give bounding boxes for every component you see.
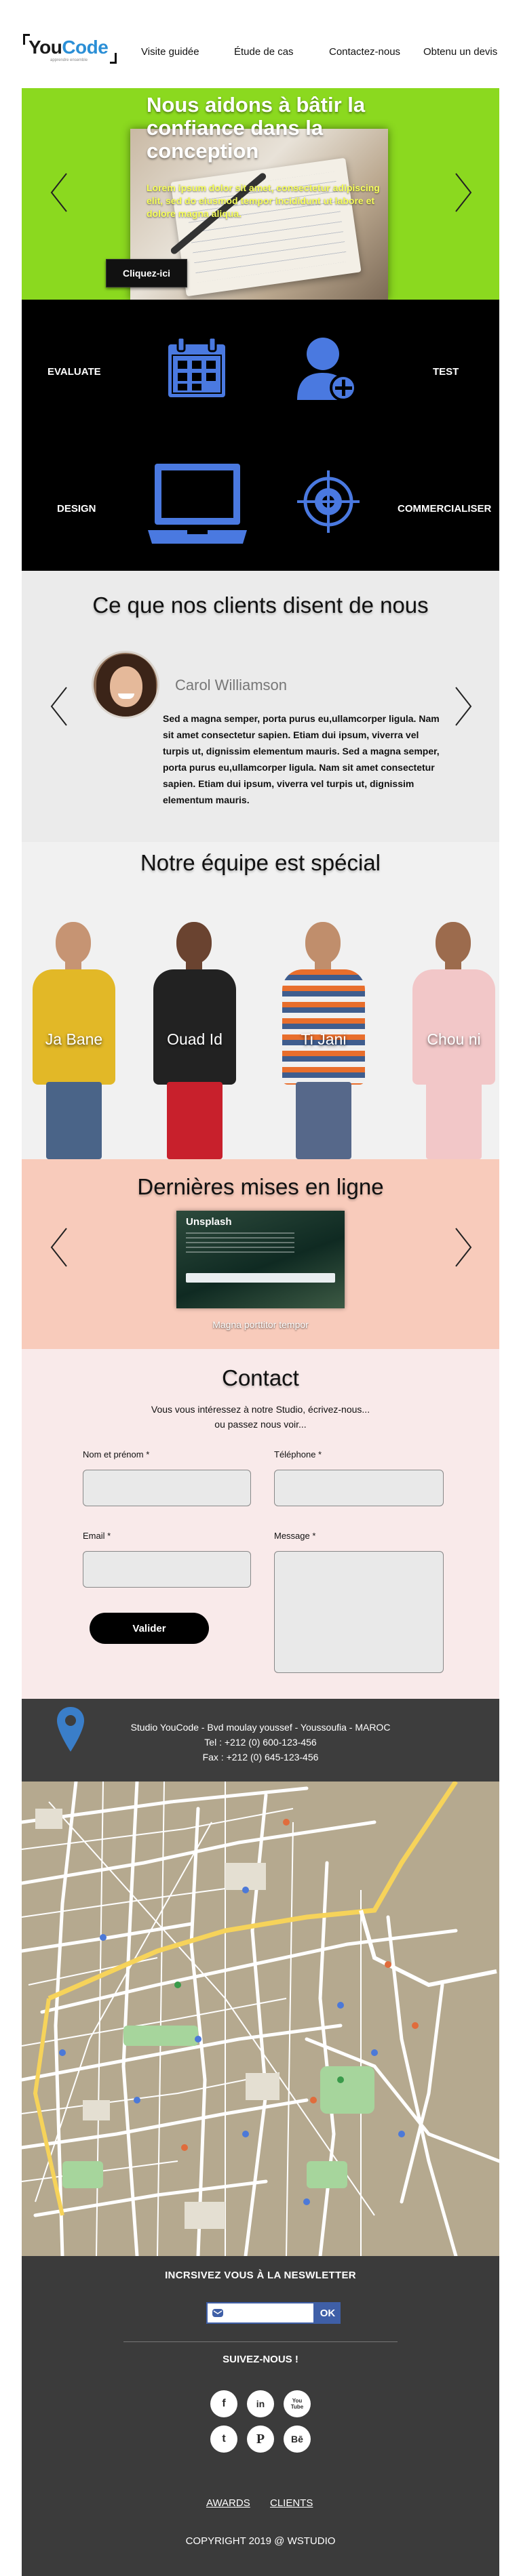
testimonials-title: Ce que nos clients disent de nous: [92, 592, 429, 618]
chevron-left-icon[interactable]: [49, 1227, 69, 1268]
member-photo: [436, 922, 471, 964]
chevron-left-icon[interactable]: [49, 686, 69, 727]
map-embed[interactable]: [22, 1782, 499, 2256]
nav-contactez-nous[interactable]: Contactez-nous: [329, 46, 400, 58]
youtube-icon[interactable]: You Tube: [284, 2390, 311, 2417]
target-crosshair-icon: [296, 469, 361, 538]
member-name: Ti Jani: [301, 1030, 347, 1048]
member-photo: [305, 922, 341, 964]
address-bar: Studio YouCode - Bvd moulay youssef - Yo…: [22, 1699, 499, 1782]
logo-wordmark: YouCode: [28, 37, 109, 58]
chevron-right-icon[interactable]: [453, 172, 474, 213]
add-user-icon: [294, 335, 360, 406]
email-field[interactable]: [83, 1551, 251, 1588]
contact-section: Contact Vous vous intéressez à notre Stu…: [22, 1349, 499, 1699]
member-photo: [56, 922, 91, 964]
member-name: Ja Bane: [45, 1030, 103, 1048]
hero-slider: Nous aidons à bâtir la confiance dans la…: [22, 88, 499, 300]
behance-icon[interactable]: Bē: [284, 2426, 311, 2453]
copyright-text: COPYRIGHT 2019 @ WSTUDIO: [185, 2535, 336, 2547]
chevron-left-icon[interactable]: [49, 172, 69, 213]
phone-field[interactable]: [274, 1470, 444, 1506]
footer-link-clients[interactable]: CLIENTS: [270, 2497, 313, 2509]
footer-link-awards[interactable]: AWARDS: [206, 2497, 250, 2509]
hero-cta-button[interactable]: Cliquez-ici: [106, 259, 187, 287]
service-commercialiser-label: COMMERCIALISER: [398, 503, 492, 515]
newsletter-title: INCRSIVEZ VOUS À LA NESWLETTER: [165, 2270, 356, 2281]
twitter-icon[interactable]: t: [210, 2426, 237, 2453]
follow-us-title: SUIVEZ-NOUS !: [223, 2354, 298, 2365]
latest-posts-section: Dernières mises en ligne Unsplash Magna …: [22, 1159, 499, 1349]
chevron-right-icon[interactable]: [453, 686, 474, 727]
service-design-label: DESIGN: [57, 503, 96, 515]
name-field[interactable]: [83, 1470, 251, 1506]
calendar-icon: [164, 335, 229, 403]
chevron-right-icon[interactable]: [453, 1227, 474, 1268]
newsletter-email-input[interactable]: [206, 2302, 315, 2324]
phone-label: Téléphone *: [274, 1449, 322, 1460]
member-name: Ouad Id: [167, 1030, 223, 1048]
newsletter-submit-button[interactable]: OK: [315, 2302, 341, 2324]
logo-bracket-right: [110, 53, 117, 64]
testimonial-author: Carol Williamson: [175, 677, 288, 693]
member-name: Chou ni: [427, 1030, 481, 1048]
team-member-card[interactable]: Chou ni: [403, 922, 499, 1159]
team-member-card[interactable]: Ouad Id: [144, 922, 246, 1159]
submit-button[interactable]: Valider: [90, 1613, 209, 1644]
logo-tagline: apprendre ensemble: [50, 58, 88, 62]
site-header: YouCode apprendre ensemble Visite guidée…: [0, 0, 521, 88]
address-text: Studio YouCode - Bvd moulay youssef - Yo…: [130, 1722, 391, 1733]
service-test-label: TEST: [433, 366, 459, 378]
linkedin-icon[interactable]: in: [247, 2390, 274, 2417]
avatar: [92, 651, 159, 719]
nav-etude-de-cas[interactable]: Étude de cas: [234, 46, 294, 58]
facebook-icon[interactable]: f: [210, 2390, 237, 2417]
email-icon: [212, 2309, 223, 2317]
youcode-logo[interactable]: YouCode apprendre ensemble: [23, 34, 118, 64]
message-textarea[interactable]: [274, 1551, 444, 1673]
team-title: Notre équipe est spécial: [140, 850, 381, 875]
contact-title: Contact: [222, 1365, 299, 1390]
name-label: Nom et prénom *: [83, 1449, 150, 1460]
team-member-card[interactable]: Ja Bane: [23, 922, 125, 1159]
email-label: Email *: [83, 1531, 111, 1541]
contact-intro: Vous vous intéressez à notre Studio, écr…: [151, 1404, 370, 1430]
testimonial-text: Sed a magna semper, porta purus eu,ullam…: [163, 713, 440, 805]
street-map: [22, 1782, 499, 2256]
latest-title: Dernières mises en ligne: [137, 1174, 384, 1199]
services-grid: EVALUATE TEST DESIGN COMMERCIALISER: [22, 300, 499, 571]
pinterest-icon[interactable]: P: [247, 2426, 274, 2453]
nav-obtenu-un-devis[interactable]: Obtenu un devis: [423, 46, 497, 58]
post-thumbnail-brand: Unsplash: [186, 1216, 232, 1228]
phone-text: Tel : +212 (0) 600-123-456: [204, 1737, 317, 1748]
hero-subtitle: Lorem ipsum dolor sit amet, consectetur …: [147, 182, 380, 219]
message-label: Message *: [274, 1531, 316, 1541]
testimonials-section: Ce que nos clients disent de nous Carol …: [22, 571, 499, 842]
post-caption: Magna porttitor tempor: [212, 1319, 309, 1330]
fax-text: Fax : +212 (0) 645-123-456: [202, 1752, 319, 1763]
member-photo: [176, 922, 212, 964]
post-thumbnail[interactable]: Unsplash: [176, 1211, 345, 1308]
nav-visite-guidee[interactable]: Visite guidée: [141, 46, 199, 58]
service-evaluate-label: EVALUATE: [47, 366, 101, 378]
team-member-card[interactable]: Ti Jani: [273, 922, 374, 1159]
laptop-icon: [148, 461, 247, 552]
footer-divider: [123, 2341, 398, 2342]
hero-title: Nous aidons à bâtir la confiance dans la…: [147, 93, 366, 163]
team-section: Notre équipe est spécial Ja Bane Ouad Id…: [22, 842, 499, 1159]
site-footer: INCRSIVEZ VOUS À LA NESWLETTER OK SUIVEZ…: [22, 2256, 499, 2576]
